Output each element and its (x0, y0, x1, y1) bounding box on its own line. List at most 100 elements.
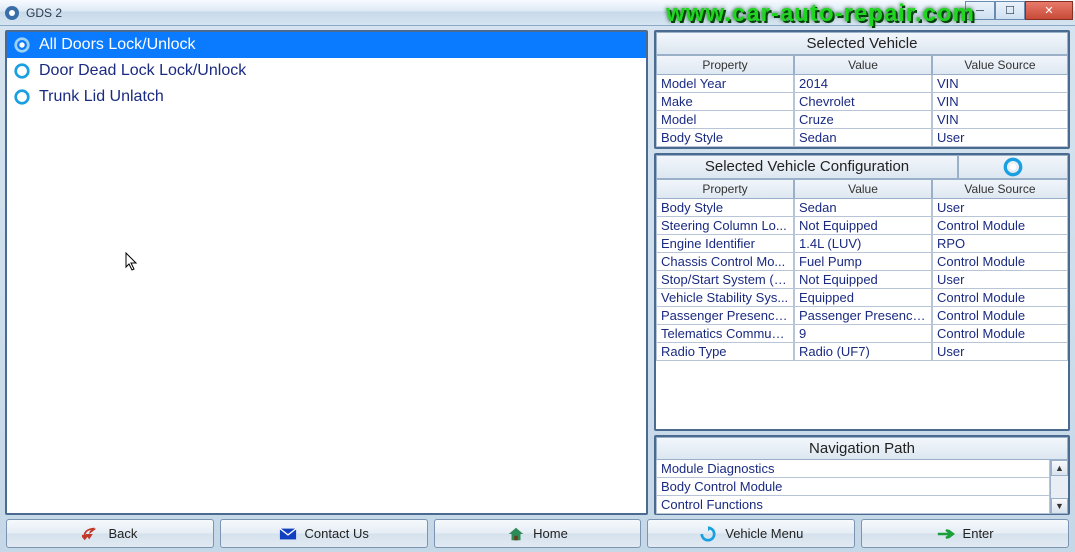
cell-property: Stop/Start System (K... (656, 271, 794, 289)
table-row: Vehicle Stability Sys...EquippedControl … (656, 289, 1068, 307)
nav-item[interactable]: Module Diagnostics (656, 460, 1050, 478)
cell-property: Chassis Control Mo... (656, 253, 794, 271)
function-item-all-doors[interactable]: All Doors Lock/Unlock (7, 32, 646, 58)
cell-source: Control Module (932, 325, 1068, 343)
navigation-path-panel: Navigation Path Module DiagnosticsBody C… (654, 435, 1070, 515)
cell-value: Not Equipped (794, 271, 932, 289)
table-row: Stop/Start System (K...Not EquippedUser (656, 271, 1068, 289)
nav-item-label: Module Diagnostics (656, 460, 1050, 478)
cell-source: User (932, 271, 1068, 289)
refresh-icon (699, 526, 717, 542)
cell-property: Model Year (656, 75, 794, 93)
col-value: Value (794, 55, 932, 75)
cell-property: Vehicle Stability Sys... (656, 289, 794, 307)
nav-item-label: Body Control Module (656, 478, 1050, 496)
cell-value: Fuel Pump (794, 253, 932, 271)
gear-icon (1002, 156, 1024, 178)
back-arrow-icon (82, 526, 100, 542)
app-icon (4, 5, 20, 21)
scroll-down-button[interactable]: ▼ (1051, 498, 1068, 514)
mail-icon (279, 526, 297, 542)
gear-icon (13, 88, 31, 106)
col-value: Value (794, 179, 932, 199)
home-icon (507, 526, 525, 542)
vehicle-table-header: Property Value Value Source (656, 55, 1068, 75)
function-label: Trunk Lid Unlatch (39, 88, 164, 106)
vehicle-menu-button[interactable]: Vehicle Menu (647, 519, 855, 548)
home-label: Home (533, 526, 568, 541)
cursor-icon (125, 252, 139, 272)
table-row: MakeChevroletVIN (656, 93, 1068, 111)
contact-label: Contact Us (305, 526, 369, 541)
maximize-button[interactable]: ☐ (995, 1, 1025, 20)
table-row: Passenger Presence...Passenger Presence.… (656, 307, 1068, 325)
nav-item-label: Control Functions (656, 496, 1050, 514)
table-row: ModelCruzeVIN (656, 111, 1068, 129)
table-row: Body StyleSedanUser (656, 129, 1068, 147)
col-source: Value Source (932, 55, 1068, 75)
table-row: Body StyleSedanUser (656, 199, 1068, 217)
vehicle-menu-label: Vehicle Menu (725, 526, 803, 541)
cell-source: VIN (932, 75, 1068, 93)
cell-value: Sedan (794, 199, 932, 217)
cell-source: Control Module (932, 289, 1068, 307)
cell-property: Body Style (656, 199, 794, 217)
home-button[interactable]: Home (434, 519, 642, 548)
cell-source: VIN (932, 111, 1068, 129)
close-button[interactable]: ✕ (1025, 1, 1073, 20)
nav-item[interactable]: Body Control Module (656, 478, 1050, 496)
contact-us-button[interactable]: Contact Us (220, 519, 428, 548)
footer-toolbar: Back Contact Us Home Vehicle Menu Enter (0, 517, 1075, 552)
cell-value: Sedan (794, 129, 932, 147)
function-list-panel: All Doors Lock/Unlock Door Dead Lock Loc… (5, 30, 648, 515)
cell-value: Cruze (794, 111, 932, 129)
col-source: Value Source (932, 179, 1068, 199)
table-row: Engine Identifier1.4L (LUV)RPO (656, 235, 1068, 253)
gear-icon (13, 36, 31, 54)
config-table-header: Property Value Value Source (656, 179, 1068, 199)
function-item-door-dead-lock[interactable]: Door Dead Lock Lock/Unlock (7, 58, 646, 84)
table-row: Radio TypeRadio (UF7)User (656, 343, 1068, 361)
cell-source: VIN (932, 93, 1068, 111)
cell-value: Chevrolet (794, 93, 932, 111)
gear-icon (13, 62, 31, 80)
cell-source: Control Module (932, 307, 1068, 325)
cell-source: RPO (932, 235, 1068, 253)
cell-value: Not Equipped (794, 217, 932, 235)
enter-button[interactable]: Enter (861, 519, 1069, 548)
back-button[interactable]: Back (6, 519, 214, 548)
window-title: GDS 2 (26, 6, 62, 20)
selected-config-title: Selected Vehicle Configuration (656, 155, 958, 179)
cell-property: Make (656, 93, 794, 111)
enter-arrow-icon (937, 526, 955, 542)
window-titlebar: GDS 2 ─ ☐ ✕ (0, 0, 1075, 26)
table-row: Chassis Control Mo...Fuel PumpControl Mo… (656, 253, 1068, 271)
function-item-trunk-lid[interactable]: Trunk Lid Unlatch (7, 84, 646, 110)
cell-property: Model (656, 111, 794, 129)
cell-value: Radio (UF7) (794, 343, 932, 361)
col-property: Property (656, 55, 794, 75)
cell-value: 2014 (794, 75, 932, 93)
selected-config-panel: Selected Vehicle Configuration Property … (654, 153, 1070, 431)
table-row: Telematics Commun...9Control Module (656, 325, 1068, 343)
cell-property: Body Style (656, 129, 794, 147)
nav-item[interactable]: Control Functions (656, 496, 1050, 514)
config-settings-button[interactable] (958, 155, 1068, 179)
minimize-button[interactable]: ─ (965, 1, 995, 20)
selected-vehicle-title: Selected Vehicle (656, 32, 1068, 55)
table-row: Model Year2014VIN (656, 75, 1068, 93)
cell-source: User (932, 129, 1068, 147)
selected-vehicle-panel: Selected Vehicle Property Value Value So… (654, 30, 1070, 149)
nav-scrollbar[interactable]: ▲ ▼ (1050, 460, 1068, 514)
cell-value: 1.4L (LUV) (794, 235, 932, 253)
col-property: Property (656, 179, 794, 199)
cell-property: Passenger Presence... (656, 307, 794, 325)
cell-value: 9 (794, 325, 932, 343)
cell-property: Engine Identifier (656, 235, 794, 253)
scroll-up-button[interactable]: ▲ (1051, 460, 1068, 476)
cell-source: User (932, 199, 1068, 217)
function-label: Door Dead Lock Lock/Unlock (39, 62, 246, 80)
cell-value: Equipped (794, 289, 932, 307)
cell-source: Control Module (932, 253, 1068, 271)
enter-label: Enter (963, 526, 994, 541)
